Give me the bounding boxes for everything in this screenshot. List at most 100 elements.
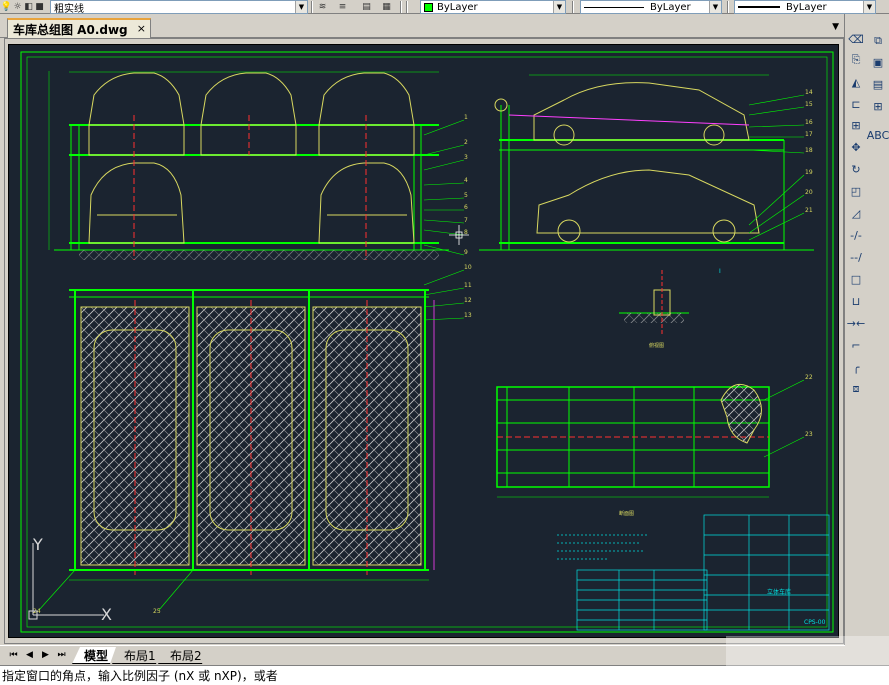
tab-menu-icon[interactable]: ▼ (832, 22, 839, 32)
next-tab-icon[interactable]: ▶ (40, 649, 51, 661)
document-tab-title: 车库总组图 A0.dwg (13, 22, 128, 37)
crosshair-cursor (449, 225, 469, 245)
layer-states-icon[interactable]: ≋ (316, 1, 329, 13)
scale-icon[interactable]: ◰ (847, 182, 865, 200)
balloon-1: 1 (464, 114, 468, 121)
balloon-11: 11 (464, 282, 472, 289)
break-at-point-icon[interactable]: □ (847, 270, 865, 288)
chevron-down-icon[interactable]: ▼ (709, 1, 721, 13)
match-layer-icon[interactable]: ▦ (380, 1, 393, 13)
separator (727, 1, 729, 13)
prev-tab-icon[interactable]: ◀ (24, 649, 35, 661)
chevron-down-icon[interactable]: ▼ (863, 1, 875, 13)
separator (572, 1, 574, 13)
balloon-14: 14 (805, 89, 813, 96)
layer-combo-value: 粗实线 (54, 3, 84, 14)
fillet-icon[interactable]: ╭ (847, 358, 865, 376)
color-square-icon[interactable]: ■ (33, 1, 46, 13)
tab-layout1[interactable]: 布局1 (112, 647, 162, 664)
line-sample (584, 6, 644, 8)
trim-icon[interactable]: -/- (847, 226, 865, 244)
balloon-23: 23 (805, 431, 813, 438)
last-tab-icon[interactable]: ⏭ (56, 649, 67, 661)
extend-icon[interactable]: --/ (847, 248, 865, 266)
balloon-18: 18 (805, 147, 813, 154)
balloon-2: 2 (464, 139, 468, 146)
color-swatch (424, 2, 433, 12)
ucs-y-label: Y (32, 535, 43, 554)
balloon-21: 21 (805, 207, 813, 214)
plan-view (69, 289, 435, 581)
balloon-6: 6 (464, 204, 468, 211)
tab-layout2[interactable]: 布局2 (158, 647, 208, 664)
first-tab-icon[interactable]: ⏮ (8, 649, 19, 661)
block-icon[interactable]: ⊞ (869, 97, 887, 115)
color-combo-value: ByLayer (437, 1, 478, 13)
make-current-icon[interactable]: ▤ (360, 1, 373, 13)
copy-object-icon[interactable]: ⎘ (847, 51, 865, 69)
chevron-down-icon[interactable]: ▼ (553, 1, 565, 13)
lineweight-sample (738, 6, 780, 8)
array-icon[interactable]: ⊞ (847, 116, 865, 134)
ucs-x-label: X (101, 605, 112, 624)
document-tab-bar: 车库总组图 A0.dwg × ▼ (0, 14, 845, 38)
join-icon[interactable]: →← (847, 314, 865, 332)
text-style-icon[interactable]: ABC (867, 126, 889, 144)
drawing-canvas[interactable]: 立体车库 CPS-00 1 2 3 4 5 6 7 8 9 10 11 12 1… (8, 44, 839, 638)
copy-icon[interactable]: ⧉ (869, 32, 887, 50)
move-icon[interactable]: ✥ (847, 138, 865, 156)
section-view (496, 383, 770, 498)
separator (400, 1, 402, 13)
color-combo[interactable]: ByLayer ▼ (420, 0, 566, 14)
lineweight-combo-value: ByLayer (786, 1, 827, 13)
section-caption: 断面图 (619, 510, 634, 517)
balloon-19: 19 (805, 169, 813, 176)
balloon-9: 9 (464, 249, 468, 256)
balloon-3: 3 (464, 154, 468, 161)
erase-icon[interactable]: ⌫ (847, 30, 865, 48)
document-tab[interactable]: 车库总组图 A0.dwg × (7, 18, 151, 38)
rotate-icon[interactable]: ↻ (847, 160, 865, 178)
modify-toolbar: ⌫ ⧉ ⎘ ▣ ◭ ▤ ⊏ ⊞ ⊞ ABC ✥ ↻ ◰ ◿ -/- --/ □ … (844, 14, 889, 670)
break-icon[interactable]: ⊔ (847, 292, 865, 310)
balloon-5: 5 (464, 192, 468, 199)
mirror-icon[interactable]: ◭ (847, 73, 865, 91)
title-block-name: 立体车库 (767, 588, 791, 596)
balloon-4: 4 (464, 177, 468, 184)
lineweight-combo[interactable]: ByLayer ▼ (734, 0, 876, 14)
overlay-panel (726, 636, 889, 685)
layers-icon[interactable]: ▣ (869, 53, 887, 71)
properties-toolbar: 💡 ☼ ◧ ■ 粗实线 ▼ ≋ ≡ ▤ ▦ ByLayer ▼ ByLayer … (0, 0, 889, 14)
front-elevation-view (48, 71, 449, 260)
offset-icon[interactable]: ⊏ (847, 95, 865, 113)
balloon-25: 25 (153, 608, 161, 615)
title-block (557, 514, 830, 631)
stretch-icon[interactable]: ◿ (847, 204, 865, 222)
chamfer-icon[interactable]: ⌐ (847, 336, 865, 354)
balloon-16: 16 (805, 119, 813, 126)
anchor-detail (619, 270, 689, 335)
balloon-15: 15 (805, 101, 813, 108)
layer-previous-icon[interactable]: ≡ (336, 1, 349, 13)
balloon-12: 12 (464, 297, 472, 304)
chevron-down-icon[interactable]: ▼ (295, 1, 307, 13)
balloon-10: 10 (464, 264, 472, 271)
balloon-22: 22 (805, 374, 813, 381)
tab-model[interactable]: 模型 (72, 647, 116, 664)
layout-tab-bar: ⏮ ◀ ▶ ⏭ 模型 布局1 布局2 (0, 645, 845, 665)
separator (406, 1, 408, 13)
explode-icon[interactable]: ⧈ (847, 380, 865, 398)
separator (311, 1, 313, 13)
side-elevation-view (479, 74, 814, 251)
balloon-7: 7 (464, 217, 468, 224)
balloon-17: 17 (805, 131, 813, 138)
mirror2-icon[interactable]: ▤ (869, 75, 887, 93)
linetype-combo[interactable]: ByLayer ▼ (580, 0, 722, 14)
command-line-text: 指定窗口的角点，输入比例因子 (nX 或 nXP)，或者 (2, 669, 278, 683)
drawing-svg: 立体车库 CPS-00 1 2 3 4 5 6 7 8 9 10 11 12 1… (20, 51, 834, 633)
title-block-code: CPS-00 (804, 619, 826, 626)
close-icon[interactable]: × (137, 22, 146, 35)
balloon-20: 20 (805, 189, 813, 196)
layer-combo[interactable]: 粗实线 ▼ (50, 0, 308, 14)
linetype-combo-value: ByLayer (650, 1, 691, 13)
